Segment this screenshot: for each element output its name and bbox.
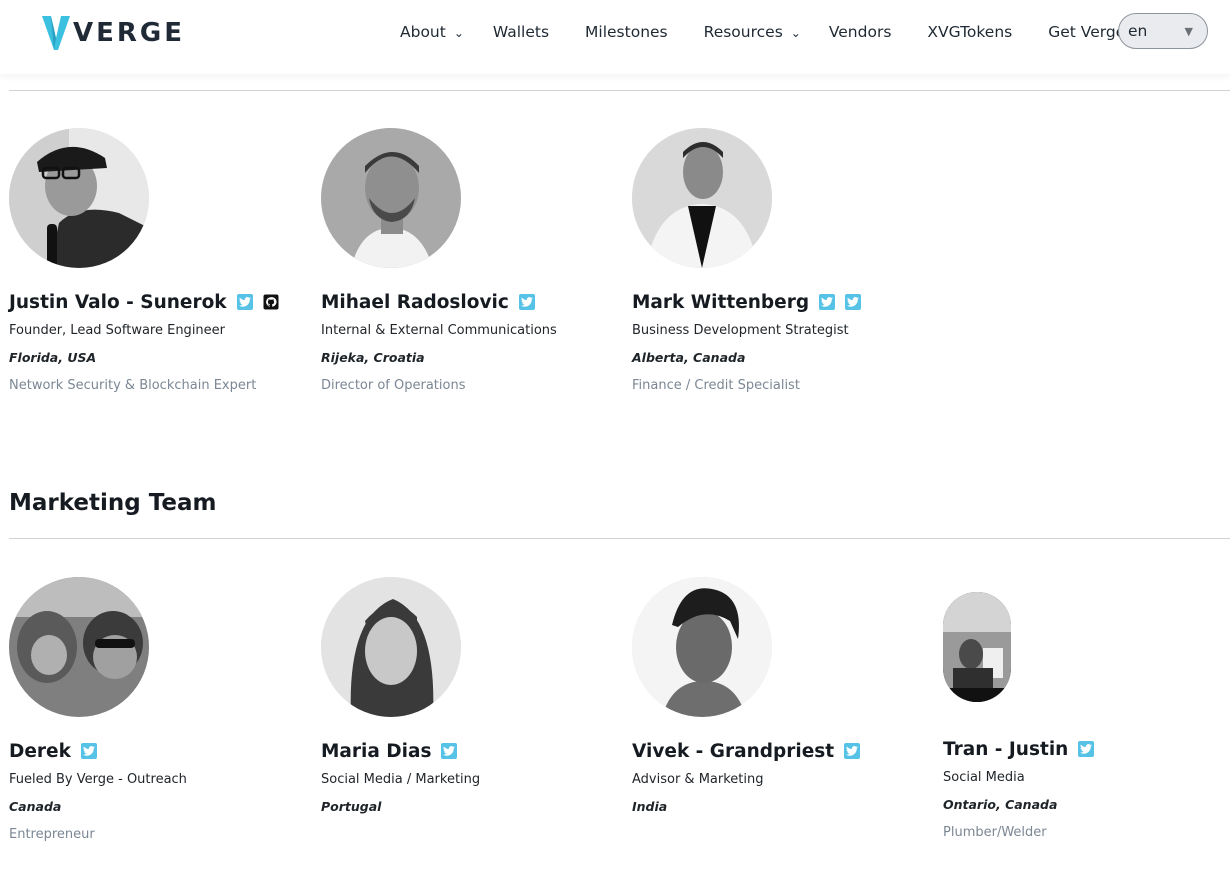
nav-vendors-label: Vendors (828, 23, 892, 41)
nav-wallets-label: Wallets (492, 23, 550, 41)
avatar (9, 577, 149, 717)
member-role: Business Development Strategist (632, 323, 849, 338)
nav-resources-label: Resources (703, 23, 783, 41)
twitter-icon[interactable] (80, 743, 97, 759)
chevron-down-icon: ⌄ (790, 26, 801, 40)
nav-xvgtokens-label: XVGTokens (927, 23, 1013, 41)
member-role: Social Media (943, 770, 1025, 785)
avatar (943, 592, 1011, 702)
language-value: en (1128, 22, 1148, 40)
twitter-icon[interactable] (441, 743, 458, 759)
team-card: Tran - Justin Social Media Ontario, Cana… (943, 577, 1230, 840)
nav-resources[interactable]: Resources ⌄ (704, 23, 801, 41)
verge-logo[interactable]: VERGE (42, 15, 185, 51)
team-card: Vivek - Grandpriest Advisor & Marketing … (632, 577, 932, 814)
twitter-icon[interactable] (236, 294, 253, 310)
member-location: Florida, USA (9, 350, 97, 365)
member-name: Justin Valo - Sunerok (9, 291, 227, 313)
member-role: Fueled By Verge - Outreach (9, 772, 187, 787)
member-name: Maria Dias (321, 740, 432, 762)
nav-milestones[interactable]: Milestones (585, 23, 668, 41)
member-role: Founder, Lead Software Engineer (9, 323, 226, 338)
member-name-row: Derek (9, 739, 309, 763)
member-name: Derek (9, 740, 71, 762)
member-name: Mark Wittenberg (632, 291, 810, 313)
verge-logo-icon (42, 16, 70, 50)
member-specialty: Finance / Credit Specialist (632, 378, 800, 393)
member-location: Canada (9, 799, 62, 814)
member-name: Mihael Radoslovic (321, 291, 509, 313)
nav-get-verge-label: Get Verge (1048, 23, 1126, 41)
nav-get-verge[interactable]: Get Verge (1048, 23, 1125, 41)
avatar (321, 128, 461, 268)
divider (9, 90, 1230, 91)
avatar (632, 577, 772, 717)
member-location: Ontario, Canada (943, 797, 1058, 812)
team-card: Maria Dias Social Media / Marketing Port… (321, 577, 621, 814)
member-specialty: Entrepreneur (9, 827, 95, 842)
member-name-row: Maria Dias (321, 739, 621, 763)
avatar (632, 128, 772, 268)
nav-about[interactable]: About ⌄ (400, 23, 464, 41)
nav-about-label: About (400, 23, 446, 41)
member-role: Social Media / Marketing (321, 772, 481, 787)
member-name: Tran - Justin (943, 738, 1069, 760)
member-location: India (632, 799, 668, 814)
member-specialty: Director of Operations (321, 378, 466, 393)
language-select[interactable]: en ▼ (1118, 13, 1208, 49)
member-name-row: Justin Valo - Sunerok (9, 290, 309, 314)
site-header: VERGE About ⌄ Wallets Milestones Resourc… (0, 0, 1230, 74)
member-location: Rijeka, Croatia (321, 350, 425, 365)
member-name-row: Vivek - Grandpriest (632, 739, 932, 763)
member-specialty: Network Security & Blockchain Expert (9, 378, 257, 393)
member-role: Advisor & Marketing (632, 772, 764, 787)
twitter-icon[interactable] (844, 743, 861, 759)
member-location: Portugal (321, 799, 382, 814)
brand-name: VERGE (73, 18, 186, 48)
github-icon[interactable] (263, 294, 279, 310)
member-role: Internal & External Communications (321, 323, 557, 338)
team-card: Justin Valo - Sunerok Founder, Lead Soft… (9, 128, 309, 393)
nav-vendors[interactable]: Vendors (829, 23, 892, 41)
member-name-row: Tran - Justin (943, 737, 1230, 761)
twitter-icon[interactable] (1078, 741, 1095, 757)
chevron-down-icon: ⌄ (453, 26, 464, 40)
divider (9, 538, 1230, 539)
team-card: Mark Wittenberg Business Development Str… (632, 128, 932, 393)
nav-wallets[interactable]: Wallets (493, 23, 549, 41)
member-name-row: Mihael Radoslovic (321, 290, 621, 314)
section-title: Marketing Team (9, 490, 217, 516)
avatar (9, 128, 149, 268)
member-name-row: Mark Wittenberg (632, 290, 932, 314)
twitter-icon[interactable] (845, 294, 862, 310)
team-card: Derek Fueled By Verge - Outreach Canada … (9, 577, 309, 842)
twitter-icon[interactable] (518, 294, 535, 310)
nav-xvgtokens[interactable]: XVGTokens (927, 23, 1012, 41)
avatar (321, 577, 461, 717)
dropdown-arrow-icon: ▼ (1184, 24, 1193, 38)
twitter-icon[interactable] (819, 294, 836, 310)
nav-milestones-label: Milestones (585, 23, 668, 41)
member-name: Vivek - Grandpriest (632, 740, 835, 762)
main-nav: About ⌄ Wallets Milestones Resources ⌄ V… (400, 20, 1125, 44)
member-specialty: Plumber/Welder (943, 825, 1047, 840)
team-card: Mihael Radoslovic Internal & External Co… (321, 128, 621, 393)
member-location: Alberta, Canada (632, 350, 746, 365)
